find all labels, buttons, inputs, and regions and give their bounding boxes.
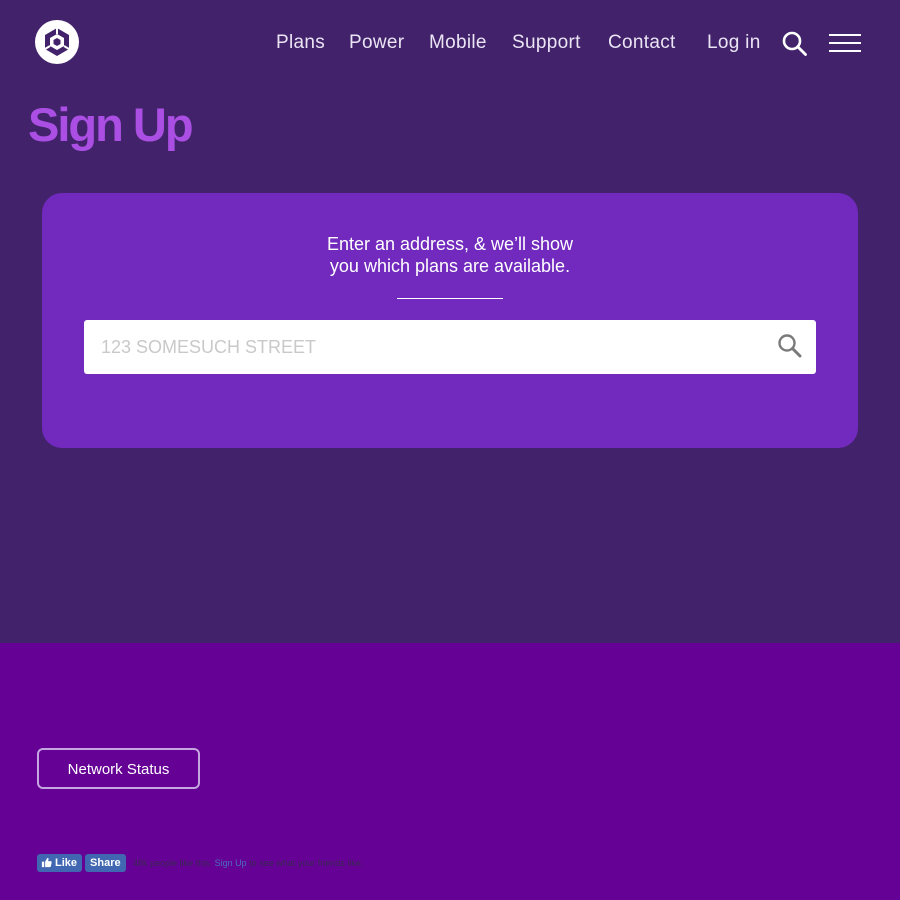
facebook-like-widget: Like Share 48k people like this. Sign Up…: [37, 854, 363, 872]
address-input[interactable]: [84, 320, 764, 374]
address-lookup-card: Enter an address, & we’ll show you which…: [42, 193, 858, 448]
nav-mobile[interactable]: Mobile: [429, 30, 487, 56]
thumbs-up-icon: [41, 857, 52, 868]
nav-log-in[interactable]: Log in: [707, 30, 761, 56]
facebook-like-suffix: to see what your friends like.: [249, 858, 364, 868]
network-status-button[interactable]: Network Status: [37, 748, 200, 789]
address-instructions-line-1: Enter an address, & we’ll show: [326, 234, 574, 254]
address-instructions-line-2: you which plans are available.: [329, 256, 571, 276]
facebook-share-button[interactable]: Share: [85, 854, 126, 872]
address-instructions: Enter an address, & we’ll show you which…: [42, 233, 858, 277]
page-title: Sign Up: [28, 98, 194, 151]
card-divider: [397, 298, 503, 299]
nav-support[interactable]: Support: [512, 30, 581, 56]
nav-power[interactable]: Power: [349, 30, 404, 56]
header-search-button[interactable]: [782, 31, 808, 57]
search-icon: [778, 334, 802, 358]
facebook-like-count: 48k people like this. Sign Up to see wha…: [133, 854, 363, 872]
search-icon: [782, 31, 807, 56]
hamburger-menu-button[interactable]: [829, 34, 863, 54]
hamburger-menu-icon: [829, 34, 861, 36]
site-header: Plans Power Mobile Support Contact Log i…: [0, 0, 900, 86]
facebook-like-count-text: 48k people like this.: [133, 858, 213, 868]
site-footer: Network Status Like Share 48k people lik…: [0, 643, 900, 900]
nav-contact[interactable]: Contact: [608, 30, 676, 56]
address-search-field: [84, 320, 816, 374]
main-nav: Plans Power Mobile Support Contact Log i…: [0, 30, 900, 56]
address-search-button[interactable]: [777, 333, 803, 359]
nav-plans[interactable]: Plans: [276, 30, 325, 56]
facebook-signup-link[interactable]: Sign Up: [215, 858, 247, 868]
facebook-like-button[interactable]: Like: [37, 854, 83, 872]
facebook-like-label: Like: [55, 857, 78, 869]
